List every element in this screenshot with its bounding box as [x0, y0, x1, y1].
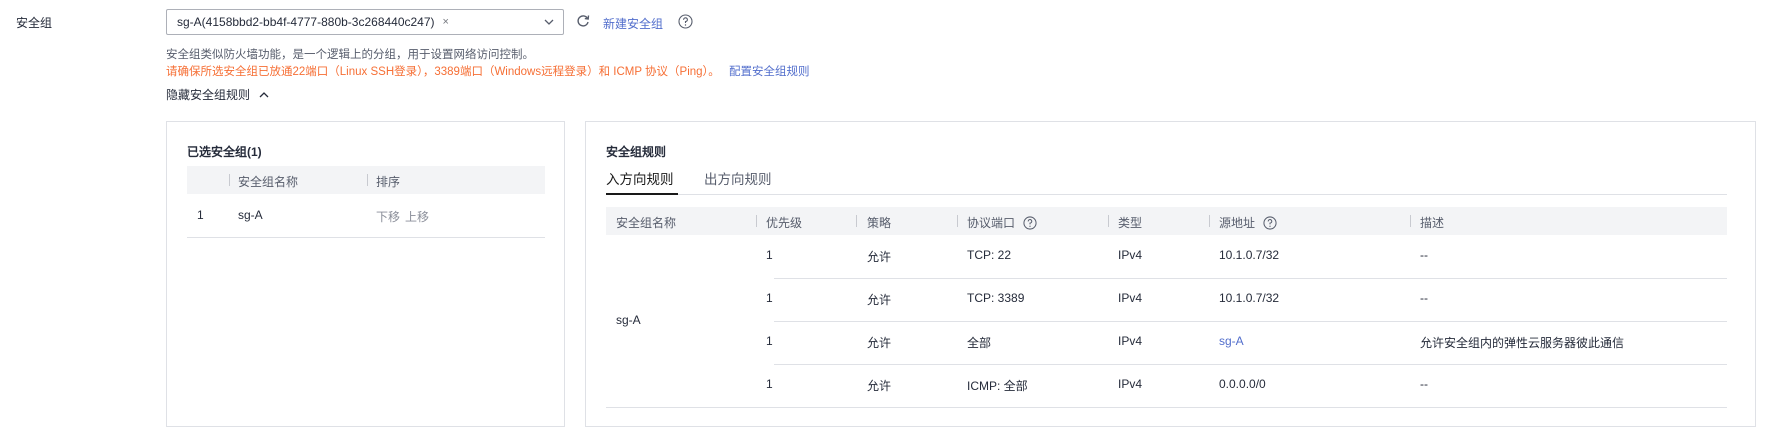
port-warning: 请确保所选安全组已放通22端口（Linux SSH登录），3389端口（Wind…: [166, 63, 810, 79]
security-group-form: 安全组 sg-A(4158bbd2-bb4f-4777-880b-3c26844…: [0, 0, 1767, 440]
chevron-down-icon[interactable]: [543, 16, 555, 28]
policy-cell: 允许: [867, 250, 892, 264]
rules-body: sg-A 1 允许 TCP: 22 IPv4 10.1.0.7/32 -- 1 …: [606, 235, 1727, 408]
column-header-description: 描述: [1420, 216, 1445, 230]
warning-text: 请确保所选安全组已放通22端口（Linux SSH登录），3389端口（Wind…: [166, 66, 720, 78]
policy-cell: 允许: [867, 336, 892, 350]
tag-text: sg-A(4158bbd2-bb4f-4777-880b-3c268440c24…: [177, 15, 435, 29]
move-up-button[interactable]: 上移: [405, 208, 429, 225]
column-divider: [756, 215, 757, 227]
port-cell: 全部: [967, 336, 992, 350]
table-header: 安全组名称 优先级 策略 协议端口 类型 源地址 描述: [606, 207, 1727, 235]
column-divider: [957, 215, 958, 227]
priority-cell: 1: [766, 334, 773, 348]
move-down-button[interactable]: 下移: [376, 208, 400, 225]
help-icon[interactable]: [1263, 215, 1277, 230]
help-icon[interactable]: [678, 14, 693, 29]
tab-outbound-label: 出方向规则: [704, 172, 772, 187]
field-label: 安全组: [16, 16, 53, 30]
priority-cell: 1: [766, 248, 773, 262]
source-cell: 0.0.0.0/0: [1219, 377, 1266, 391]
security-group-select[interactable]: sg-A(4158bbd2-bb4f-4777-880b-3c268440c24…: [166, 9, 564, 35]
table-row: 1 允许 TCP: 3389 IPv4 10.1.0.7/32 --: [766, 278, 1727, 322]
column-divider: [1410, 215, 1411, 227]
rules-panel: 安全组规则 入方向规则 出方向规则 安全组名称 优先级 策略 协议端口 类型 源…: [585, 121, 1756, 427]
table-row: 1 sg-A 下移 上移: [187, 194, 545, 238]
source-cell: 10.1.0.7/32: [1219, 248, 1280, 262]
row-index: 1: [197, 208, 204, 222]
type-cell: IPv4: [1118, 334, 1143, 348]
help-icon[interactable]: [1023, 215, 1037, 230]
column-header-port: 协议端口: [967, 214, 1037, 231]
tab-inbound-label: 入方向规则: [606, 172, 674, 187]
row-name: sg-A: [238, 208, 263, 222]
policy-cell: 允许: [867, 379, 892, 393]
type-cell: IPv4: [1118, 377, 1143, 391]
column-header-source: 源地址: [1219, 214, 1277, 231]
group-name-cell: sg-A: [616, 313, 641, 327]
priority-cell: 1: [766, 377, 773, 391]
selected-groups-panel: 已选安全组(1) 安全组名称 排序 1 sg-A 下移 上移: [166, 121, 565, 427]
hide-rules-label: 隐藏安全组规则: [166, 88, 251, 102]
port-cell: TCP: 3389: [967, 291, 1025, 305]
description-cell: --: [1420, 291, 1428, 305]
configure-rules-link[interactable]: 配置安全组规则: [729, 66, 810, 78]
column-header-order: 排序: [376, 175, 401, 189]
refresh-icon[interactable]: [575, 13, 591, 29]
column-header-type: 类型: [1118, 216, 1143, 230]
selected-tag: sg-A(4158bbd2-bb4f-4777-880b-3c268440c24…: [177, 14, 449, 30]
port-cell: TCP: 22: [967, 248, 1012, 262]
column-header-priority: 优先级: [766, 216, 803, 230]
table-row: 1 允许 ICMP: 全部 IPv4 0.0.0.0/0 --: [766, 364, 1727, 407]
priority-cell: 1: [766, 291, 773, 305]
rules-table: 安全组名称 优先级 策略 协议端口 类型 源地址 描述 sg-A 1 允许 TC…: [606, 207, 1727, 408]
type-cell: IPv4: [1118, 248, 1143, 262]
table-row: 1 允许 全部 IPv4 sg-A 允许安全组内的弹性云服务器彼此通信: [766, 321, 1727, 365]
table-row: 1 允许 TCP: 22 IPv4 10.1.0.7/32 --: [766, 235, 1727, 279]
source-cell: 10.1.0.7/32: [1219, 291, 1280, 305]
description-text: 安全组类似防火墙功能，是一个逻辑上的分组，用于设置网络访问控制。: [166, 49, 534, 61]
column-header-policy: 策略: [867, 216, 892, 230]
tab-outbound[interactable]: 出方向规则: [704, 168, 772, 188]
source-group-link[interactable]: sg-A: [1219, 334, 1244, 348]
column-header-group-name: 安全组名称: [616, 216, 677, 230]
column-header-name: 安全组名称: [238, 175, 299, 189]
new-security-group-link[interactable]: 新建安全组: [603, 15, 663, 32]
selected-groups-title: 已选安全组(1): [187, 145, 262, 159]
description-cell: --: [1420, 248, 1428, 262]
table-header: 安全组名称 排序: [187, 166, 545, 194]
rules-tabs: 入方向规则 出方向规则: [606, 164, 1727, 195]
column-divider: [1108, 215, 1109, 227]
tab-inbound[interactable]: 入方向规则: [606, 168, 674, 188]
policy-cell: 允许: [867, 293, 892, 307]
column-divider: [856, 215, 857, 227]
tag-close-icon[interactable]: ×: [443, 14, 449, 30]
type-cell: IPv4: [1118, 291, 1143, 305]
column-divider: [367, 174, 368, 186]
selected-groups-table: 安全组名称 排序 1 sg-A 下移 上移: [187, 166, 545, 238]
column-divider: [1209, 215, 1210, 227]
active-tab-indicator: [606, 193, 678, 195]
rules-title: 安全组规则: [606, 145, 667, 159]
column-divider: [229, 174, 230, 186]
description-cell: --: [1420, 377, 1428, 391]
port-cell: ICMP: 全部: [967, 379, 1028, 393]
hide-rules-toggle[interactable]: 隐藏安全组规则: [166, 86, 270, 103]
chevron-up-icon: [259, 91, 269, 97]
description-cell: 允许安全组内的弹性云服务器彼此通信: [1420, 336, 1625, 350]
